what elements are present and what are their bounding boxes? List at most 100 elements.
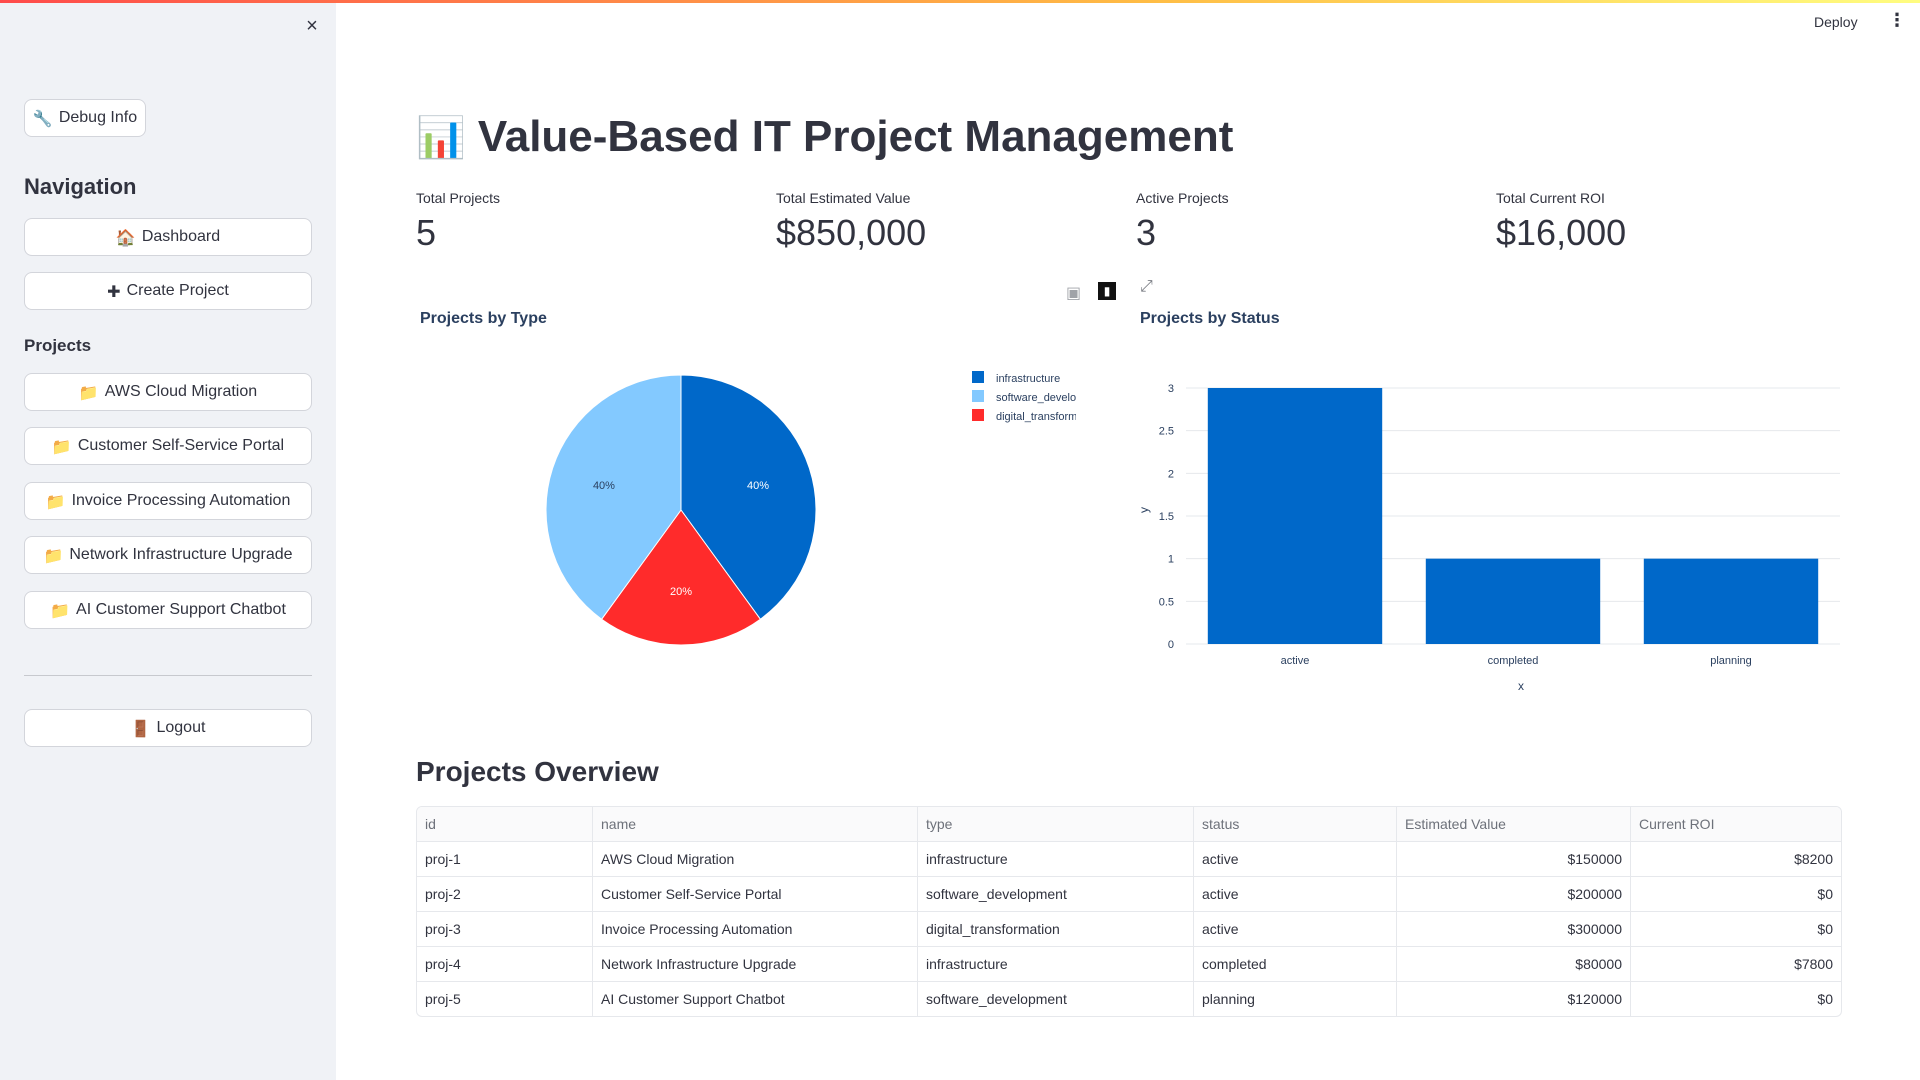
column-header-status[interactable]: status [1193,807,1397,842]
project-button-network-infrastructure-upgrade[interactable]: 📁 Network Infrastructure Upgrade [24,536,312,574]
metric-value-total-estimated-value: $850,000 [776,212,927,253]
legend-swatch[interactable] [972,390,984,402]
sidebar-divider [24,675,312,676]
pie-chart: 40% 20% 40% infrastructure software_develop… [545,371,1076,646]
column-header-type[interactable]: type [917,807,1194,842]
legend-swatch[interactable] [972,409,984,421]
cell-name[interactable]: Customer Self-Service Portal [592,876,918,912]
bar-chart-title: Projects by Status [1140,310,1280,327]
cell-estimated-value[interactable]: $200000 [1396,876,1631,912]
cell-estimated-value[interactable]: $120000 [1396,981,1631,1016]
legend-item-software_development[interactable]: software_development [996,392,1076,404]
door-icon: 🚪 [130,718,151,738]
folder-icon: 📁 [78,382,99,402]
cell-id[interactable]: proj-4 [417,946,593,982]
project-button-label: Customer Self-Service Portal [77,437,285,454]
legend-item-digital_transformation[interactable]: digital_transformation [996,411,1076,423]
column-header-name[interactable]: name [592,807,918,842]
metric-label-active-projects: Active Projects [1136,190,1229,206]
cell-current-roi[interactable]: $0 [1630,911,1841,947]
cell-current-roi[interactable]: $0 [1630,876,1841,912]
create-project-label: Create Project [126,282,229,299]
cell-id[interactable]: proj-3 [417,911,593,947]
bar-chart: 0 0.5 1 1.5 2 2.5 3 active completed planning y x [1137,383,1840,693]
cell-status[interactable]: active [1193,911,1397,947]
house-icon: 🏠 [115,227,136,247]
cell-type[interactable]: digital_transformation [917,911,1194,947]
cell-status[interactable]: completed [1193,946,1397,982]
navigation-heading: Navigation [24,174,137,199]
cell-status[interactable]: active [1193,876,1397,912]
cell-current-roi[interactable]: $8200 [1630,841,1841,877]
cell-name[interactable]: Invoice Processing Automation [592,911,918,947]
logout-label: Logout [156,719,206,736]
main-menu-icon[interactable]: ⋮ [1888,10,1906,31]
bar-completed[interactable] [1425,558,1601,644]
dashboard-button[interactable]: 🏠 Dashboard [24,218,312,256]
metric-label-total-current-roi: Total Current ROI [1496,190,1605,206]
bar-active[interactable] [1207,388,1383,644]
project-button-ai-customer-support-chatbot[interactable]: 📁 AI Customer Support Chatbot [24,591,312,629]
table-row: proj-1 AWS Cloud Migration infrastructur… [417,841,1841,877]
cell-estimated-value[interactable]: $150000 [1396,841,1631,877]
cell-id[interactable]: proj-5 [417,981,593,1016]
project-button-aws-cloud-migration[interactable]: 📁 AWS Cloud Migration [24,373,312,411]
table-row: proj-3 Invoice Processing Automation dig… [417,911,1841,947]
cell-type[interactable]: infrastructure [917,946,1194,982]
cell-id[interactable]: proj-1 [417,841,593,877]
table-row: proj-2 Customer Self-Service Portal soft… [417,876,1841,912]
legend-swatch[interactable] [972,371,984,383]
project-button-label: Invoice Processing Automation [71,492,291,509]
plotly-logo-icon[interactable]: ▮ [1098,282,1116,300]
camera-icon[interactable]: ▣ [1066,283,1081,303]
project-button-invoice-processing-automation[interactable]: 📁 Invoice Processing Automation [24,482,312,520]
folder-icon: 📁 [45,491,66,511]
fullscreen-icon[interactable]: ⤢ [1140,278,1153,296]
cell-current-roi[interactable]: $7800 [1630,946,1841,982]
legend-item-infrastructure[interactable]: infrastructure [996,373,1060,385]
create-project-button[interactable]: ✚ Create Project [24,272,312,310]
cell-name[interactable]: AI Customer Support Chatbot [592,981,918,1016]
column-header-estimated-value[interactable]: Estimated Value [1396,807,1631,842]
bar-y-tick-label: 1.5 [1159,511,1174,523]
cell-estimated-value[interactable]: $300000 [1396,911,1631,947]
projects-table[interactable]: id name type status Estimated Value Curr… [416,806,1842,1017]
cell-type[interactable]: software_development [917,981,1194,1016]
project-button-label: AWS Cloud Migration [104,383,258,400]
metric-label-total-estimated-value: Total Estimated Value [776,190,911,206]
projects-heading: Projects [24,336,92,355]
project-button-customer-self-service-portal[interactable]: 📁 Customer Self-Service Portal [24,427,312,465]
metric-label-total-projects: Total Projects [416,190,501,206]
pie-percent-label: 40% [747,480,769,492]
dashboard-label: Dashboard [141,228,221,245]
bar-x-tick-label: completed [1488,655,1539,667]
folder-icon: 📁 [51,436,72,456]
close-sidebar-icon[interactable]: × [300,14,324,38]
cell-name[interactable]: Network Infrastructure Upgrade [592,946,918,982]
metric-value-active-projects: 3 [1136,212,1157,253]
cell-status[interactable]: planning [1193,981,1397,1016]
column-header-current-roi[interactable]: Current ROI [1630,807,1841,842]
bar-y-tick-label: 2.5 [1159,426,1174,438]
project-button-label: AI Customer Support Chatbot [76,601,286,618]
cell-type[interactable]: software_development [917,876,1194,912]
column-header-id[interactable]: id [417,807,593,842]
cell-type[interactable]: infrastructure [917,841,1194,877]
table-row: proj-5 AI Customer Support Chatbot softw… [417,981,1842,1017]
debug-info-button[interactable]: 🔧 Debug Info [24,99,146,137]
table-header-row: id name type status Estimated Value Curr… [417,807,1841,842]
plus-icon: ✚ [107,281,121,301]
deploy-button[interactable]: Deploy [1814,14,1858,30]
bar-x-axis-label: x [1518,679,1524,693]
folder-icon: 📁 [50,600,71,620]
cell-status[interactable]: active [1193,841,1397,877]
cell-estimated-value[interactable]: $80000 [1396,946,1631,982]
page-title-text: Value-Based IT Project Management [477,112,1234,161]
cell-name[interactable]: AWS Cloud Migration [592,841,918,877]
cell-current-roi[interactable]: $0 [1631,982,1842,1017]
bar-planning[interactable] [1643,558,1819,644]
pie-percent-label: 40% [593,480,615,492]
bar-y-tick-label: 0 [1168,639,1174,651]
cell-id[interactable]: proj-2 [417,876,593,912]
logout-button[interactable]: 🚪 Logout [24,709,312,747]
